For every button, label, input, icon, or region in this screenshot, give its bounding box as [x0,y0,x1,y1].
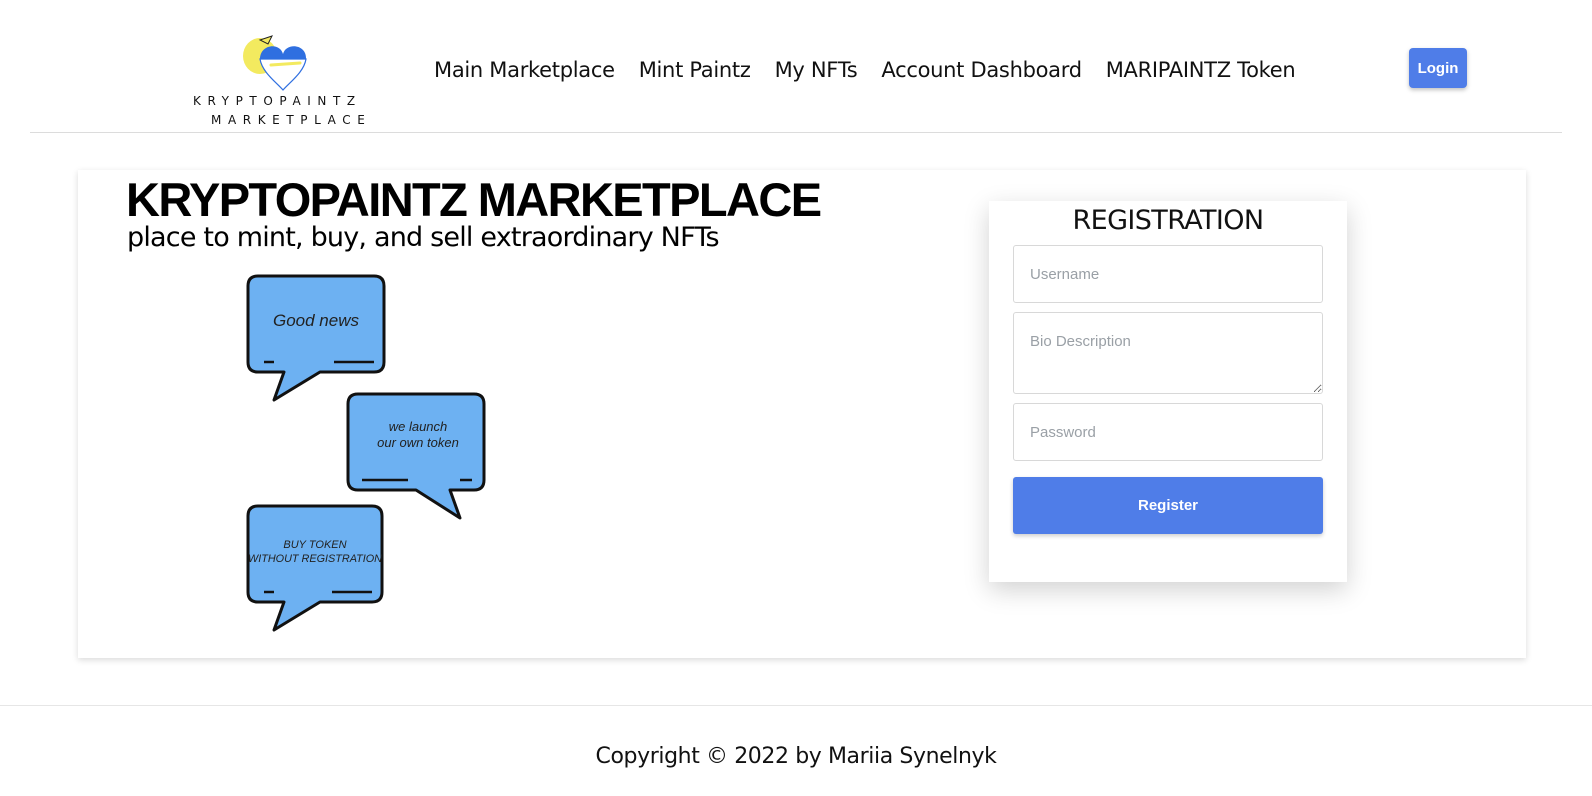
bubble-text-good-news: Good news [273,311,359,330]
site-logo[interactable]: KRYPTOPAINTZ MARKETPLACE [190,32,390,132]
registration-form: REGISTRATION Register [989,201,1347,582]
register-button[interactable]: Register [1013,477,1323,534]
speech-bubble-buy-token: BUY TOKEN WITHOUT REGISTRATION [246,504,384,632]
nav-maripaintz-token[interactable]: MARIPAINTZ Token [1106,58,1296,82]
speech-bubbles-illustration: Good news we launch our own token BUY TO… [246,274,486,632]
logo-text-line2: MARKETPLACE [211,113,372,127]
logo-text-line1: KRYPTOPAINTZ [193,94,362,108]
site-header: KRYPTOPAINTZ MARKETPLACE Main Marketplac… [30,0,1562,133]
nav-mint-paintz[interactable]: Mint Paintz [639,58,751,82]
bubble-text-buy-line2: WITHOUT REGISTRATION [248,553,382,565]
speech-bubble-good-news: Good news [246,274,386,402]
bubble-text-launch-line1: we launch [389,419,448,434]
bio-description-input[interactable] [1013,312,1323,394]
footer-copyright: Copyright © 2022 by Mariia Synelnyk [595,744,997,769]
main-nav: Main Marketplace Mint Paintz My NFTs Acc… [434,54,1319,86]
login-button[interactable]: Login [1409,48,1467,88]
nav-main-marketplace[interactable]: Main Marketplace [434,58,615,82]
footer-divider [0,705,1592,706]
registration-title: REGISTRATION [1072,205,1264,236]
nav-my-nfts[interactable]: My NFTs [775,58,858,82]
page-subtitle: place to mint, buy, and sell extraordina… [127,222,720,253]
nav-account-dashboard[interactable]: Account Dashboard [881,58,1082,82]
username-input[interactable] [1013,245,1323,303]
password-input[interactable] [1013,403,1323,461]
bubble-text-launch-line2: our own token [377,435,459,450]
bubble-text-buy-line1: BUY TOKEN [283,539,346,551]
page-title: KRYPTOPAINTZ MARKETPLACE [126,173,822,226]
heart-logo-icon [243,35,307,91]
speech-bubble-launch-token: we launch our own token [346,392,486,520]
